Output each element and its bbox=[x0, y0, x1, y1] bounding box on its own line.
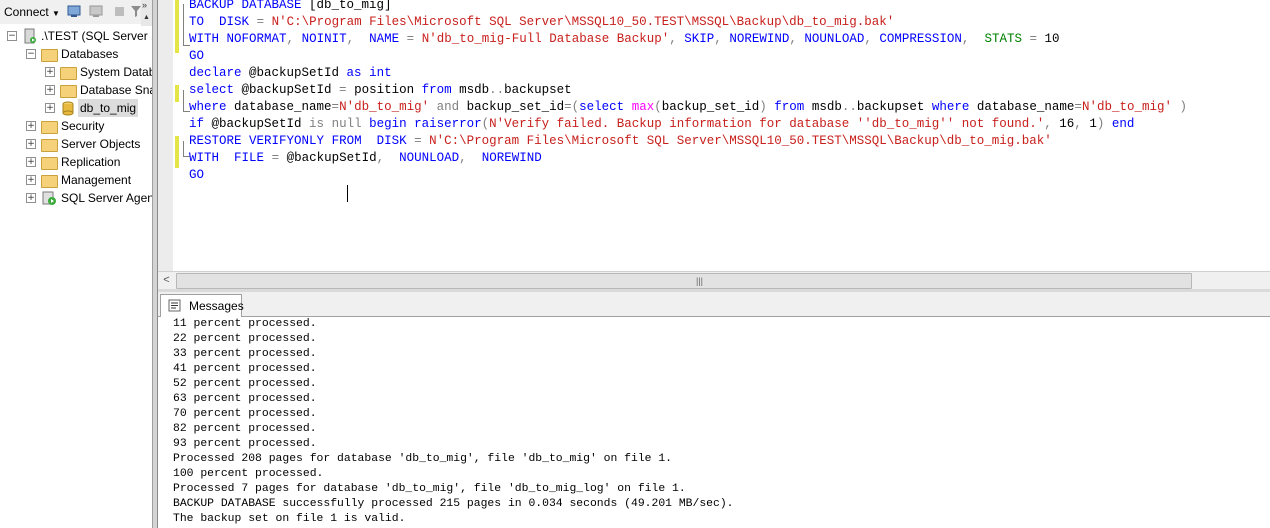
chevron-down-icon: ▼ bbox=[52, 9, 60, 18]
system-databases-label: System Databa bbox=[80, 65, 152, 79]
expand-icon[interactable]: + bbox=[26, 175, 36, 185]
folder-icon bbox=[41, 121, 58, 134]
folder-icon bbox=[41, 175, 58, 188]
message-line: 41 percent processed. bbox=[173, 363, 317, 375]
message-line: 70 percent processed. bbox=[173, 408, 317, 420]
results-pane: Messages 11 percent processed. 22 percent… bbox=[158, 292, 1270, 528]
code-line: if @backupSetId is null begin raiserror(… bbox=[189, 117, 1135, 131]
message-line: 100 percent processed. bbox=[173, 468, 324, 480]
tab-messages-label: Messages bbox=[189, 299, 244, 313]
tree-node-server[interactable]: − .\TEST (SQL Server 10 bbox=[0, 27, 152, 45]
tree-node-system-databases[interactable]: + System Databa bbox=[0, 63, 152, 81]
tree-node-server-objects[interactable]: + Server Objects bbox=[0, 135, 150, 153]
databases-label: Databases bbox=[61, 47, 119, 61]
folder-icon bbox=[41, 157, 58, 170]
message-line: 11 percent processed. bbox=[173, 318, 317, 330]
replication-label: Replication bbox=[61, 155, 121, 169]
code-line: GO bbox=[189, 49, 205, 63]
collapse-icon[interactable]: − bbox=[7, 31, 17, 41]
security-label: Security bbox=[61, 119, 105, 133]
connect-label: Connect bbox=[4, 5, 49, 19]
message-line: 63 percent processed. bbox=[173, 393, 317, 405]
message-line: 82 percent processed. bbox=[173, 423, 317, 435]
message-line: 33 percent processed. bbox=[173, 348, 317, 360]
sql-server-agent-label: SQL Server Agen bbox=[61, 191, 152, 205]
editor-gutter bbox=[158, 0, 173, 271]
message-line: The backup set on file 1 is valid. bbox=[173, 513, 406, 525]
scroll-left-arrow-icon[interactable]: < bbox=[158, 272, 175, 289]
tree-node-db-to-mig[interactable]: + db_to_mig bbox=[0, 99, 150, 117]
oe-overflow-chevron[interactable]: » ▲ bbox=[141, 0, 152, 26]
stop-icon[interactable] bbox=[113, 5, 127, 18]
expand-icon[interactable]: + bbox=[45, 103, 55, 113]
message-line: 52 percent processed. bbox=[173, 378, 317, 390]
connect-object-explorer-icon[interactable] bbox=[67, 5, 81, 18]
message-line: 22 percent processed. bbox=[173, 333, 317, 345]
code-line: BACKUP DATABASE [db_to_mig] bbox=[189, 0, 392, 12]
tree-node-management[interactable]: + Management bbox=[0, 171, 150, 189]
code-line: declare @backupSetId as int bbox=[189, 66, 392, 80]
code-line: GO bbox=[189, 168, 205, 182]
disconnect-icon[interactable] bbox=[89, 5, 103, 18]
editor-horizontal-scrollbar[interactable]: < ||| bbox=[158, 271, 1270, 289]
expand-icon[interactable]: + bbox=[26, 121, 36, 131]
query-editor[interactable]: BACKUP DATABASE [db_to_mig] TO DISK = N'C… bbox=[158, 0, 1270, 271]
code-line: select @backupSetId = position from msdb… bbox=[189, 83, 572, 97]
chevron-right-icon: » bbox=[142, 0, 148, 10]
code-line: RESTORE VERIFYONLY FROM DISK = N'C:\Prog… bbox=[189, 134, 1052, 148]
code-line: WITH FILE = @backupSetId, NOUNLOAD, NORE… bbox=[189, 151, 542, 165]
expand-icon[interactable]: + bbox=[26, 157, 36, 167]
change-marker bbox=[175, 85, 179, 102]
tree-node-security[interactable]: + Security bbox=[0, 117, 150, 135]
change-marker bbox=[175, 136, 179, 168]
message-line: Processed 7 pages for database 'db_to_mi… bbox=[173, 483, 686, 495]
change-marker bbox=[175, 0, 179, 53]
server-objects-label: Server Objects bbox=[61, 137, 141, 151]
db-to-mig-label: db_to_mig bbox=[78, 99, 139, 117]
management-label: Management bbox=[61, 173, 132, 187]
tree-node-replication[interactable]: + Replication bbox=[0, 153, 150, 171]
message-line: Processed 208 pages for database 'db_to_… bbox=[173, 453, 672, 465]
filter-icon[interactable] bbox=[131, 5, 141, 18]
connect-button[interactable]: Connect ▼ bbox=[4, 5, 60, 19]
code-line: TO DISK = N'C:\Program Files\Microsoft S… bbox=[189, 15, 895, 29]
folder-icon bbox=[60, 85, 77, 98]
database-snapshots-label: Database Snap bbox=[80, 83, 152, 97]
expand-icon[interactable]: + bbox=[26, 139, 36, 149]
server-icon bbox=[24, 28, 36, 44]
message-line: 93 percent processed. bbox=[173, 438, 317, 450]
message-line: BACKUP DATABASE successfully processed 2… bbox=[173, 498, 734, 510]
object-explorer: Connect ▼ » ▲ − .\TEST (SQL Server 10 − … bbox=[0, 0, 152, 528]
tree-node-sql-server-agent[interactable]: + SQL Server Agen bbox=[0, 189, 152, 207]
expand-icon[interactable]: + bbox=[26, 193, 36, 203]
collapse-icon[interactable]: − bbox=[26, 49, 36, 59]
scrollbar-thumb[interactable]: ||| bbox=[176, 273, 1192, 289]
agent-icon bbox=[42, 191, 56, 205]
tab-messages[interactable]: Messages bbox=[160, 294, 244, 317]
tree-node-databases[interactable]: − Databases bbox=[0, 45, 150, 63]
folder-icon bbox=[41, 139, 58, 152]
tree-node-database-snapshots[interactable]: + Database Snap bbox=[0, 81, 152, 99]
expand-icon[interactable]: + bbox=[45, 67, 55, 77]
folder-icon bbox=[60, 67, 77, 80]
expand-icon[interactable]: + bbox=[45, 85, 55, 95]
folder-icon bbox=[41, 49, 58, 62]
results-tab-bar: Messages bbox=[158, 292, 1270, 317]
scroll-up-arrow-icon: ▲ bbox=[143, 14, 150, 21]
server-label: .\TEST (SQL Server 10 bbox=[41, 29, 152, 43]
messages-icon bbox=[168, 299, 181, 312]
grip-icon: ||| bbox=[696, 276, 704, 286]
object-explorer-toolbar: Connect ▼ bbox=[0, 0, 152, 24]
text-caret bbox=[347, 185, 348, 202]
code-line: WITH NOFORMAT, NOINIT, NAME = N'db_to_mi… bbox=[189, 32, 1060, 46]
code-line: where database_name=N'db_to_mig' and bac… bbox=[189, 100, 1187, 114]
database-icon bbox=[62, 101, 74, 116]
